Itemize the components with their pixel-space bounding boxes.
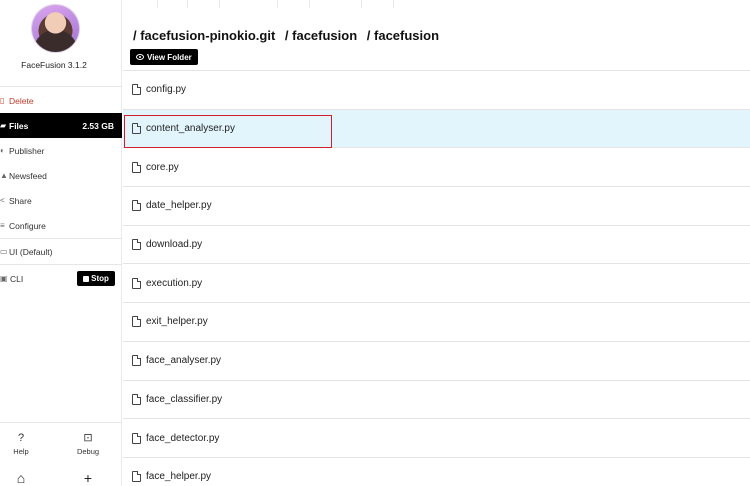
file-name: face_analyser.py <box>146 355 222 367</box>
file-name: config.py <box>146 84 187 96</box>
globe-icon: ◐ <box>0 146 5 155</box>
sidebar-item-label: Delete <box>9 95 34 106</box>
file-list: config.py content_analyser.py core.py da… <box>123 70 750 486</box>
file-name: execution.py <box>146 277 203 289</box>
file-icon <box>132 200 141 212</box>
question-icon: ? <box>17 432 25 444</box>
file-row[interactable]: exit_helper.py <box>123 302 750 341</box>
top-tab-strip <box>123 0 750 8</box>
sidebar-item-cli[interactable]: ▣ CLI Stop <box>0 266 122 291</box>
sidebar-item-label: CLI <box>10 273 24 284</box>
file-name: face_detector.py <box>146 432 220 444</box>
breadcrumb-item[interactable]: / facefusion <box>367 28 439 43</box>
help-button[interactable]: ? Help <box>1 432 41 456</box>
sliders-icon: ≡ <box>0 221 5 230</box>
sidebar-divider <box>0 264 122 265</box>
file-icon <box>132 123 141 135</box>
sidebar-divider <box>0 86 122 87</box>
breadcrumb-item[interactable]: / facefusion-pinokio.git <box>133 28 275 43</box>
share-icon: < <box>0 196 5 205</box>
breadcrumb: / facefusion-pinokio.git / facefusion / … <box>133 28 445 43</box>
main-panel: / facefusion-pinokio.git / facefusion / … <box>123 0 750 486</box>
view-folder-button[interactable]: View Folder <box>130 49 198 65</box>
file-name: download.py <box>146 239 203 251</box>
file-row[interactable]: download.py <box>123 224 750 264</box>
app-avatar <box>32 5 79 52</box>
sidebar-item-newsfeed[interactable]: ▲ Newsfeed <box>0 163 122 188</box>
file-icon <box>132 316 141 328</box>
file-icon <box>132 277 141 289</box>
file-icon <box>132 471 141 483</box>
home-icon[interactable]: ⌂ <box>11 470 31 486</box>
sidebar-item-label: Newsfeed <box>9 170 47 181</box>
debug-label: Debug <box>76 447 100 456</box>
sidebar-item-ui-default[interactable]: ▭ UI (Default) <box>0 239 122 264</box>
eye-icon <box>136 54 144 60</box>
sidebar: FaceFusion 3.1.2 ▯ Delete ▰ Files 2.53 G… <box>0 0 122 486</box>
file-icon <box>132 393 141 405</box>
file-icon <box>132 84 141 96</box>
app-name: FaceFusion 3.1.2 <box>21 60 87 70</box>
file-icon <box>132 432 141 444</box>
file-row[interactable]: face_detector.py <box>123 418 750 457</box>
stop-label: Stop <box>91 274 109 283</box>
file-icon <box>132 355 141 367</box>
folder-icon: ▰ <box>0 121 7 130</box>
sidebar-item-label: Publisher <box>9 145 45 156</box>
sidebar-item-label: Configure <box>9 220 46 231</box>
sidebar-item-publisher[interactable]: ◐ Publisher <box>0 138 122 163</box>
sidebar-item-delete[interactable]: ▯ Delete <box>0 88 122 113</box>
file-name: face_helper.py <box>146 471 212 483</box>
plus-icon[interactable]: + <box>78 470 98 486</box>
file-name: date_helper.py <box>146 200 212 212</box>
file-row[interactable]: execution.py <box>123 263 750 302</box>
files-size-badge: 2.53 GB <box>82 120 114 131</box>
debug-button[interactable]: ⊡ Debug <box>68 432 108 456</box>
breadcrumb-item[interactable]: / facefusion <box>285 28 357 43</box>
file-row[interactable]: date_helper.py <box>123 186 750 225</box>
bug-icon: ⊡ <box>83 432 93 444</box>
window-icon: ▭ <box>0 247 8 256</box>
sidebar-item-label: Share <box>9 195 32 206</box>
bell-icon: ▲ <box>0 171 8 180</box>
sidebar-item-label: Files <box>9 120 29 131</box>
sidebar-item-label: UI (Default) <box>9 246 53 257</box>
terminal-icon: ▣ <box>0 274 8 283</box>
file-row[interactable]: face_helper.py <box>123 456 750 486</box>
view-folder-label: View Folder <box>147 52 192 62</box>
stop-icon <box>83 275 90 282</box>
help-label: Help <box>13 447 29 456</box>
file-name: exit_helper.py <box>146 316 208 328</box>
file-name: core.py <box>146 161 179 173</box>
file-row[interactable]: core.py <box>123 147 750 186</box>
file-name: content_analyser.py <box>146 123 235 135</box>
stop-button[interactable]: Stop <box>77 271 115 286</box>
file-row[interactable]: config.py <box>123 70 750 109</box>
sidebar-item-share[interactable]: < Share <box>0 188 122 213</box>
trash-icon: ▯ <box>0 96 5 105</box>
sidebar-item-files[interactable]: ▰ Files 2.53 GB <box>0 113 122 138</box>
file-icon <box>132 239 141 251</box>
sidebar-item-configure[interactable]: ≡ Configure <box>0 213 122 238</box>
sidebar-divider <box>0 422 122 423</box>
file-row[interactable]: face_classifier.py <box>123 379 750 419</box>
file-icon <box>132 161 141 173</box>
file-row-selected[interactable]: content_analyser.py <box>123 108 750 148</box>
file-row[interactable]: face_analyser.py <box>123 340 750 380</box>
file-name: face_classifier.py <box>146 393 223 405</box>
